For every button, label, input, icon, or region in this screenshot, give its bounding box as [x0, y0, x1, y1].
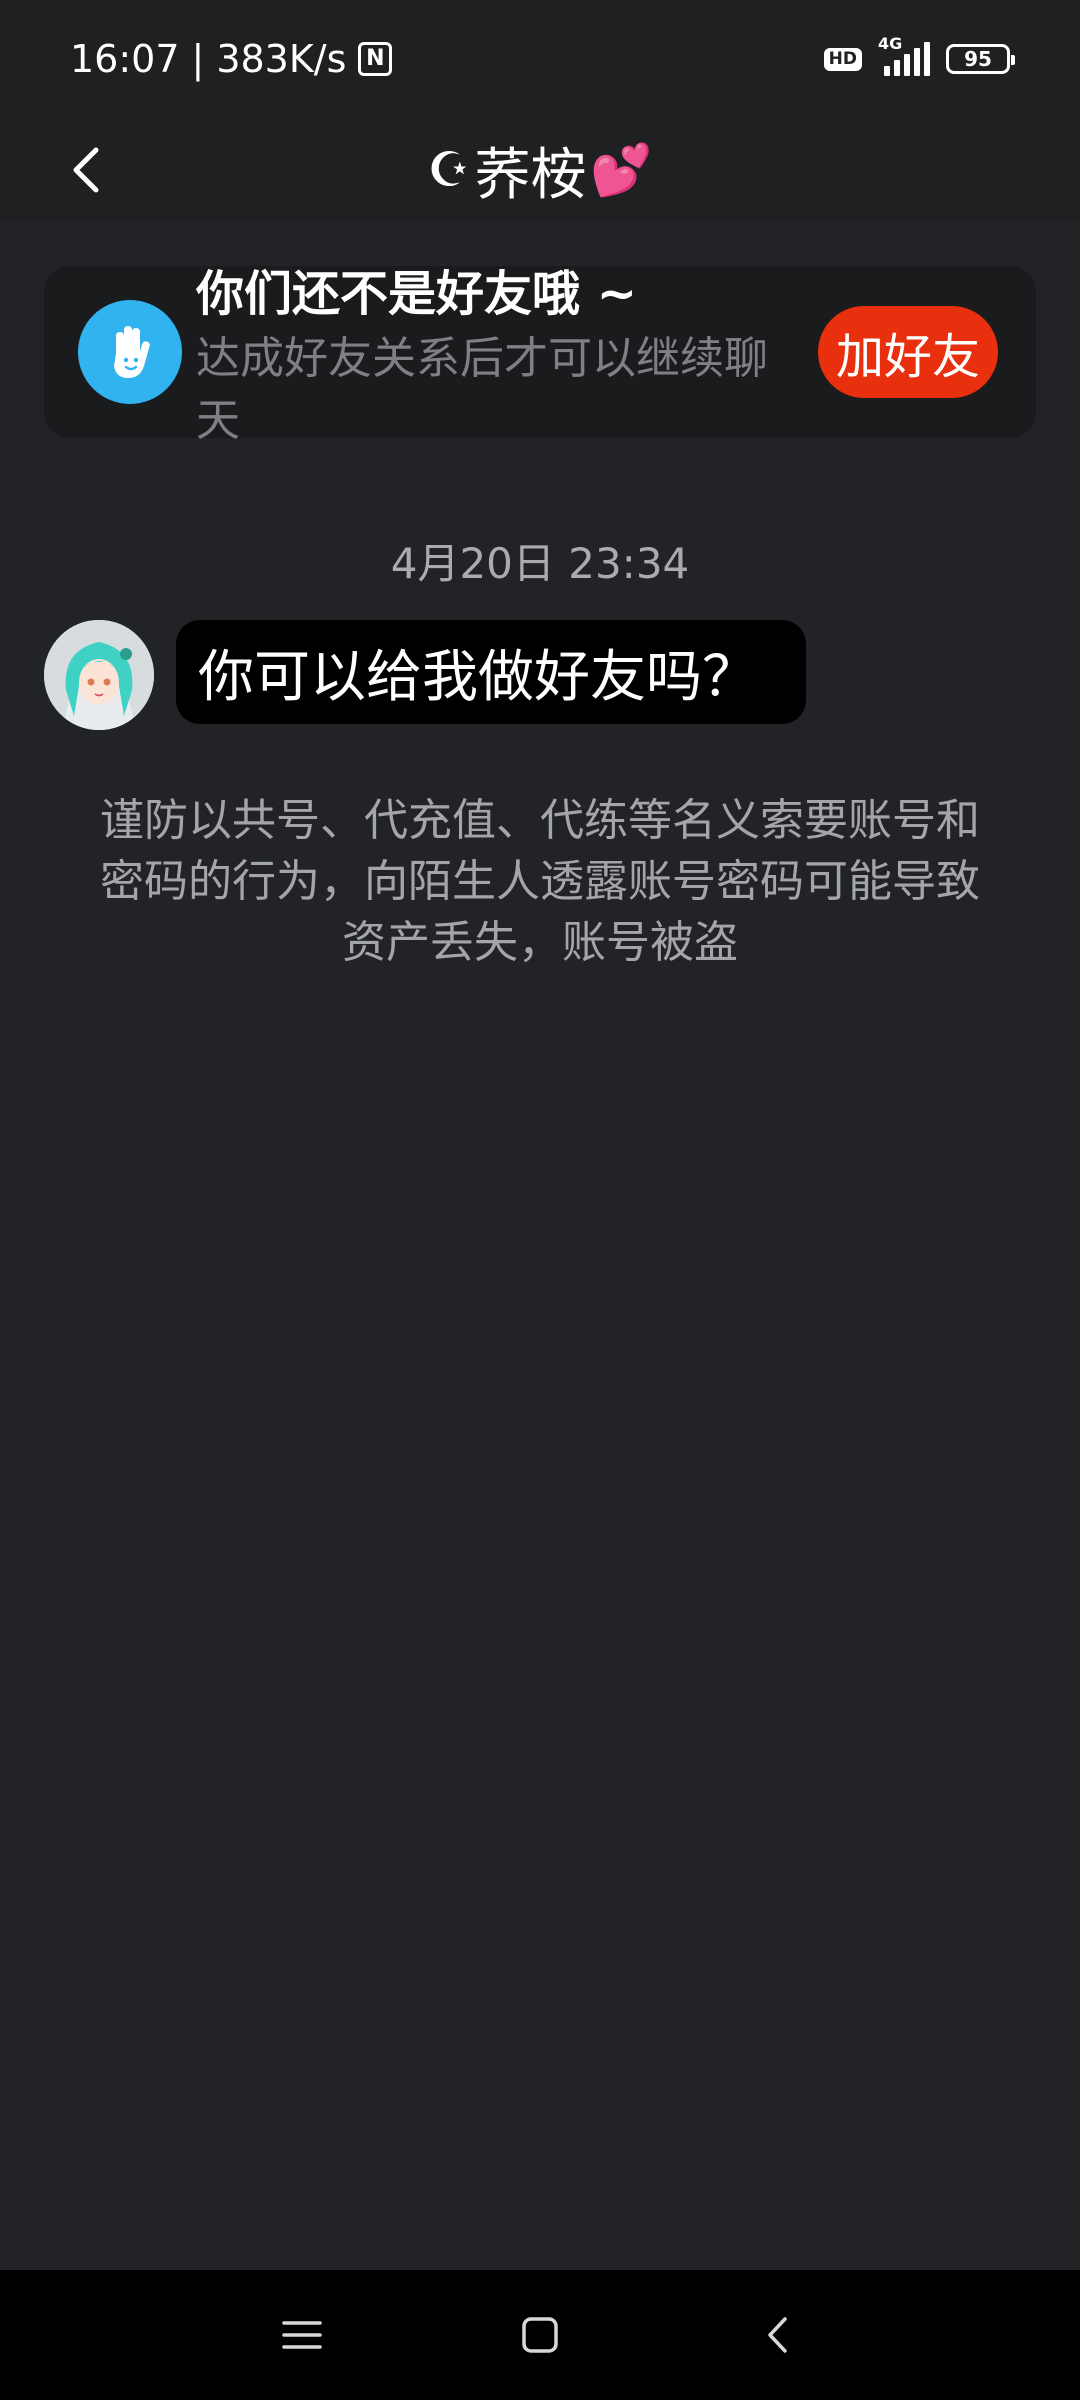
hearts-icon: 💕 — [590, 140, 653, 199]
chat-title: ☪ 荞桉 💕 — [427, 130, 652, 211]
menu-icon — [282, 2321, 322, 2349]
banner-title: 你们还不是好友哦 ~ — [196, 266, 637, 322]
avatar[interactable] — [44, 620, 154, 730]
status-left: 16:07 | 383K/s N — [70, 37, 393, 81]
status-right: HD 4G 95 — [823, 34, 1015, 76]
back-button[interactable] — [56, 140, 116, 200]
message-timestamp: 4月20日 23:34 — [390, 539, 690, 588]
system-back-button[interactable] — [748, 2305, 808, 2365]
status-separator: | — [191, 37, 205, 81]
chevron-left-icon — [73, 147, 99, 193]
back-icon — [768, 2317, 787, 2353]
recent-apps-button[interactable] — [272, 2305, 332, 2365]
signal-bar — [894, 60, 900, 76]
signal-bar — [924, 42, 930, 76]
nfc-icon: N — [358, 42, 393, 76]
signal-bar — [884, 66, 890, 76]
battery-level: 95 — [964, 47, 992, 71]
wave-hand-icon — [78, 300, 182, 404]
security-warning: 谨防以共号、代充值、代练等名义索要账号和密码的行为，向陌生人透露账号密码可能导致… — [100, 795, 980, 968]
chat-header: ☪ 荞桉 💕 — [0, 118, 1080, 222]
battery-icon: 95 — [946, 44, 1015, 74]
signal-bar — [914, 48, 920, 76]
status-time: 16:07 — [70, 37, 180, 81]
signal-bar — [904, 54, 910, 76]
network-type: 4G — [878, 34, 903, 53]
avatar-image — [44, 620, 154, 730]
moon-star-icon: ☪ — [427, 142, 471, 198]
message-bubble[interactable]: 你可以给我做好友吗？ — [176, 620, 806, 724]
home-button[interactable] — [510, 2305, 570, 2365]
system-nav-bar — [0, 2270, 1080, 2400]
signal-icon: 4G — [878, 34, 930, 76]
add-friend-button[interactable]: 加好友 — [818, 306, 998, 398]
status-bar: 16:07 | 383K/s N HD 4G 95 — [0, 0, 1080, 118]
message-text: 你可以给我做好友吗？ — [198, 644, 758, 710]
home-icon — [522, 2317, 558, 2353]
not-friend-banner: 你们还不是好友哦 ~ 达成好友关系后才可以继续聊天 加好友 — [44, 266, 1036, 446]
contact-name: 荞桉 — [474, 142, 587, 208]
hand-icon — [114, 326, 150, 378]
banner-subtitle: 达成好友关系后才可以继续聊天 — [196, 333, 768, 446]
network-speed: 383K/s — [216, 37, 347, 81]
hd-icon: HD — [823, 47, 862, 71]
